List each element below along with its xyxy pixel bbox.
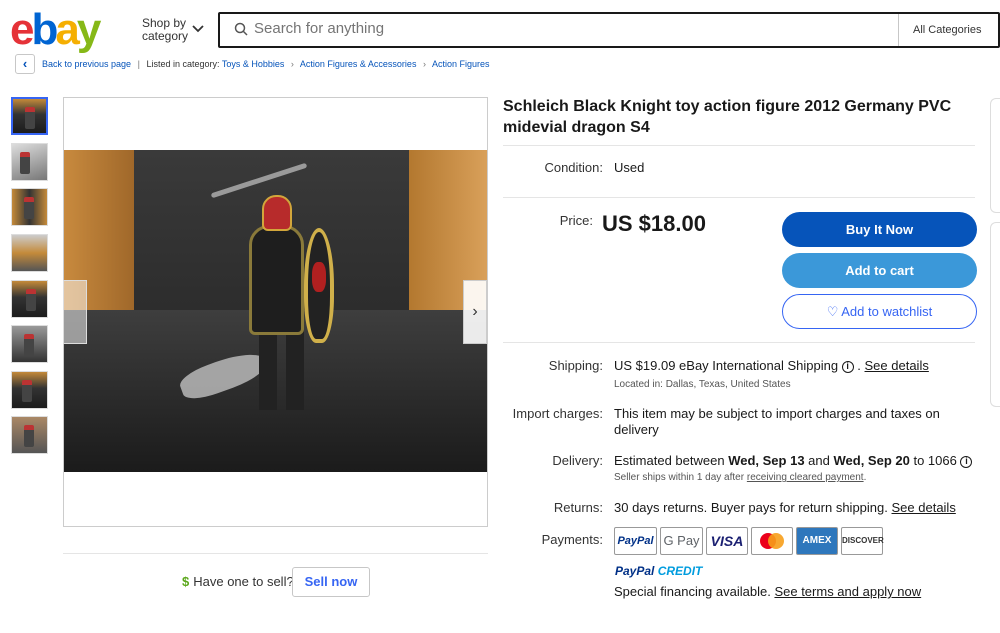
back-to-previous-link[interactable]: Back to previous page — [42, 59, 131, 69]
logo-letter-y: y — [76, 5, 102, 54]
search-input[interactable] — [254, 20, 854, 37]
google-pay-badge: G Pay — [660, 527, 703, 555]
breadcrumb-item-action-figures-accessories[interactable]: Action Figures & Accessories — [300, 59, 417, 69]
price-label: Price: — [559, 213, 593, 228]
divider — [503, 342, 975, 343]
mastercard-icon — [760, 533, 784, 549]
chevron-down-icon[interactable] — [192, 22, 204, 36]
import-charges-label: Import charges: — [512, 406, 603, 421]
divider — [503, 197, 975, 198]
listing-title: Schleich Black Knight toy action figure … — [503, 98, 952, 136]
delivery-value: Estimated between Wed, Sep 13 and Wed, S… — [614, 453, 973, 469]
category-select[interactable]: All Categories — [898, 14, 998, 46]
import-charges-value: This item may be subject to import charg… — [614, 406, 940, 437]
ebay-logo[interactable]: ebay — [10, 5, 102, 54]
item-location: Located in: Dallas, Texas, United States — [614, 379, 791, 390]
sell-question-text: Have one to sell? — [193, 574, 294, 589]
main-image-viewer[interactable] — [63, 97, 488, 527]
chevron-right-icon: › — [472, 303, 478, 320]
shipping-label: Shipping: — [548, 358, 603, 373]
logo-letter-b: b — [31, 5, 58, 54]
next-image-button[interactable]: › — [463, 280, 487, 344]
thumbnail-6[interactable] — [11, 325, 48, 363]
condition-label: Condition: — [544, 160, 603, 175]
mastercard-badge — [751, 527, 793, 555]
buy-it-now-button[interactable]: Buy It Now — [782, 212, 977, 247]
breadcrumb-chevron-icon: › — [422, 59, 426, 69]
shop-by-line2: category — [142, 29, 189, 43]
breadcrumb-item-action-figures[interactable]: Action Figures — [432, 59, 490, 69]
shipping-cost: US $19.09 eBay International Shipping — [614, 358, 839, 373]
add-to-cart-button[interactable]: Add to cart — [782, 253, 977, 288]
logo-letter-a: a — [55, 5, 80, 54]
have-one-to-sell: $ Have one to sell? — [182, 574, 294, 589]
info-icon[interactable]: i — [841, 361, 854, 373]
receiving-cleared-payment-link[interactable]: receiving cleared payment — [747, 472, 864, 483]
divider — [503, 145, 975, 146]
thumbnail-2[interactable] — [11, 143, 48, 181]
side-panel-edge — [990, 222, 1000, 407]
watchlist-label: Add to watchlist — [841, 304, 933, 319]
visa-badge: VISA — [706, 527, 748, 555]
back-arrow-icon[interactable]: ‹ — [15, 54, 35, 74]
price-value: US $18.00 — [602, 211, 706, 236]
delivery-and: and — [808, 453, 830, 468]
paypal-badge: PayPal — [614, 527, 657, 555]
seller-ships-note: Seller ships within 1 day after receivin… — [614, 472, 866, 483]
product-photo — [64, 150, 487, 472]
shop-by-category-button[interactable]: Shop by category — [142, 17, 188, 43]
returns-value: 30 days returns. Buyer pays for return s… — [614, 500, 956, 516]
amex-badge: AMEX — [796, 527, 838, 555]
financing-text: Special financing available. — [614, 584, 771, 599]
thumbnail-3[interactable] — [11, 188, 48, 226]
delivery-date-start: Wed, Sep 13 — [728, 453, 805, 468]
breadcrumb-divider: | — [137, 59, 140, 69]
paypal-credit-logo: PayPal CREDIT — [615, 564, 702, 578]
listed-in-label: Listed in category: — [146, 59, 220, 69]
shipping-value: US $19.09 eBay International Shipping i … — [614, 358, 929, 373]
thumbnail-1[interactable] — [11, 97, 48, 135]
delivery-prefix: Estimated between — [614, 453, 725, 468]
ships-suffix: . — [863, 472, 867, 483]
breadcrumb-item-toys-hobbies[interactable]: Toys & Hobbies — [222, 59, 285, 69]
side-panel-edge — [990, 98, 1000, 213]
dollar-icon: $ — [182, 574, 190, 589]
returns-policy: 30 days returns. Buyer pays for return s… — [614, 500, 888, 515]
paypal-credit-part1: PayPal — [615, 564, 655, 578]
breadcrumb-chevron-icon: › — [290, 59, 294, 69]
delivery-date-end: Wed, Sep 20 — [833, 453, 910, 468]
condition-value: Used — [614, 160, 645, 175]
logo-letter-e: e — [10, 5, 35, 54]
paypal-credit-part2: CREDIT — [657, 564, 703, 578]
thumbnail-8[interactable] — [11, 416, 48, 454]
add-to-watchlist-button[interactable]: ♡ Add to watchlist — [782, 294, 977, 329]
search-icon — [234, 22, 248, 36]
thumbnail-7[interactable] — [11, 371, 48, 409]
search-bar: All Categories — [218, 12, 1000, 48]
divider — [63, 553, 488, 554]
shipping-see-details-link[interactable]: See details — [865, 358, 929, 373]
delivery-suffix: to 1066 — [913, 453, 957, 468]
see-terms-link[interactable]: See terms and apply now — [774, 584, 921, 599]
payments-label: Payments: — [541, 532, 603, 547]
previous-image-button[interactable] — [63, 280, 87, 344]
heart-icon: ♡ — [826, 304, 839, 319]
thumbnail-4[interactable] — [11, 234, 48, 272]
sell-now-button[interactable]: Sell now — [292, 567, 370, 597]
breadcrumb: Back to previous page | Listed in catego… — [42, 59, 490, 69]
special-financing: Special financing available. See terms a… — [614, 584, 921, 600]
ships-prefix: Seller ships within 1 day after — [614, 472, 745, 483]
info-icon[interactable]: i — [960, 456, 973, 468]
discover-badge: DISCOVER — [841, 527, 884, 555]
returns-see-details-link[interactable]: See details — [892, 500, 956, 515]
returns-label: Returns: — [553, 500, 603, 515]
delivery-label: Delivery: — [552, 453, 603, 468]
thumbnail-5[interactable] — [11, 280, 48, 318]
